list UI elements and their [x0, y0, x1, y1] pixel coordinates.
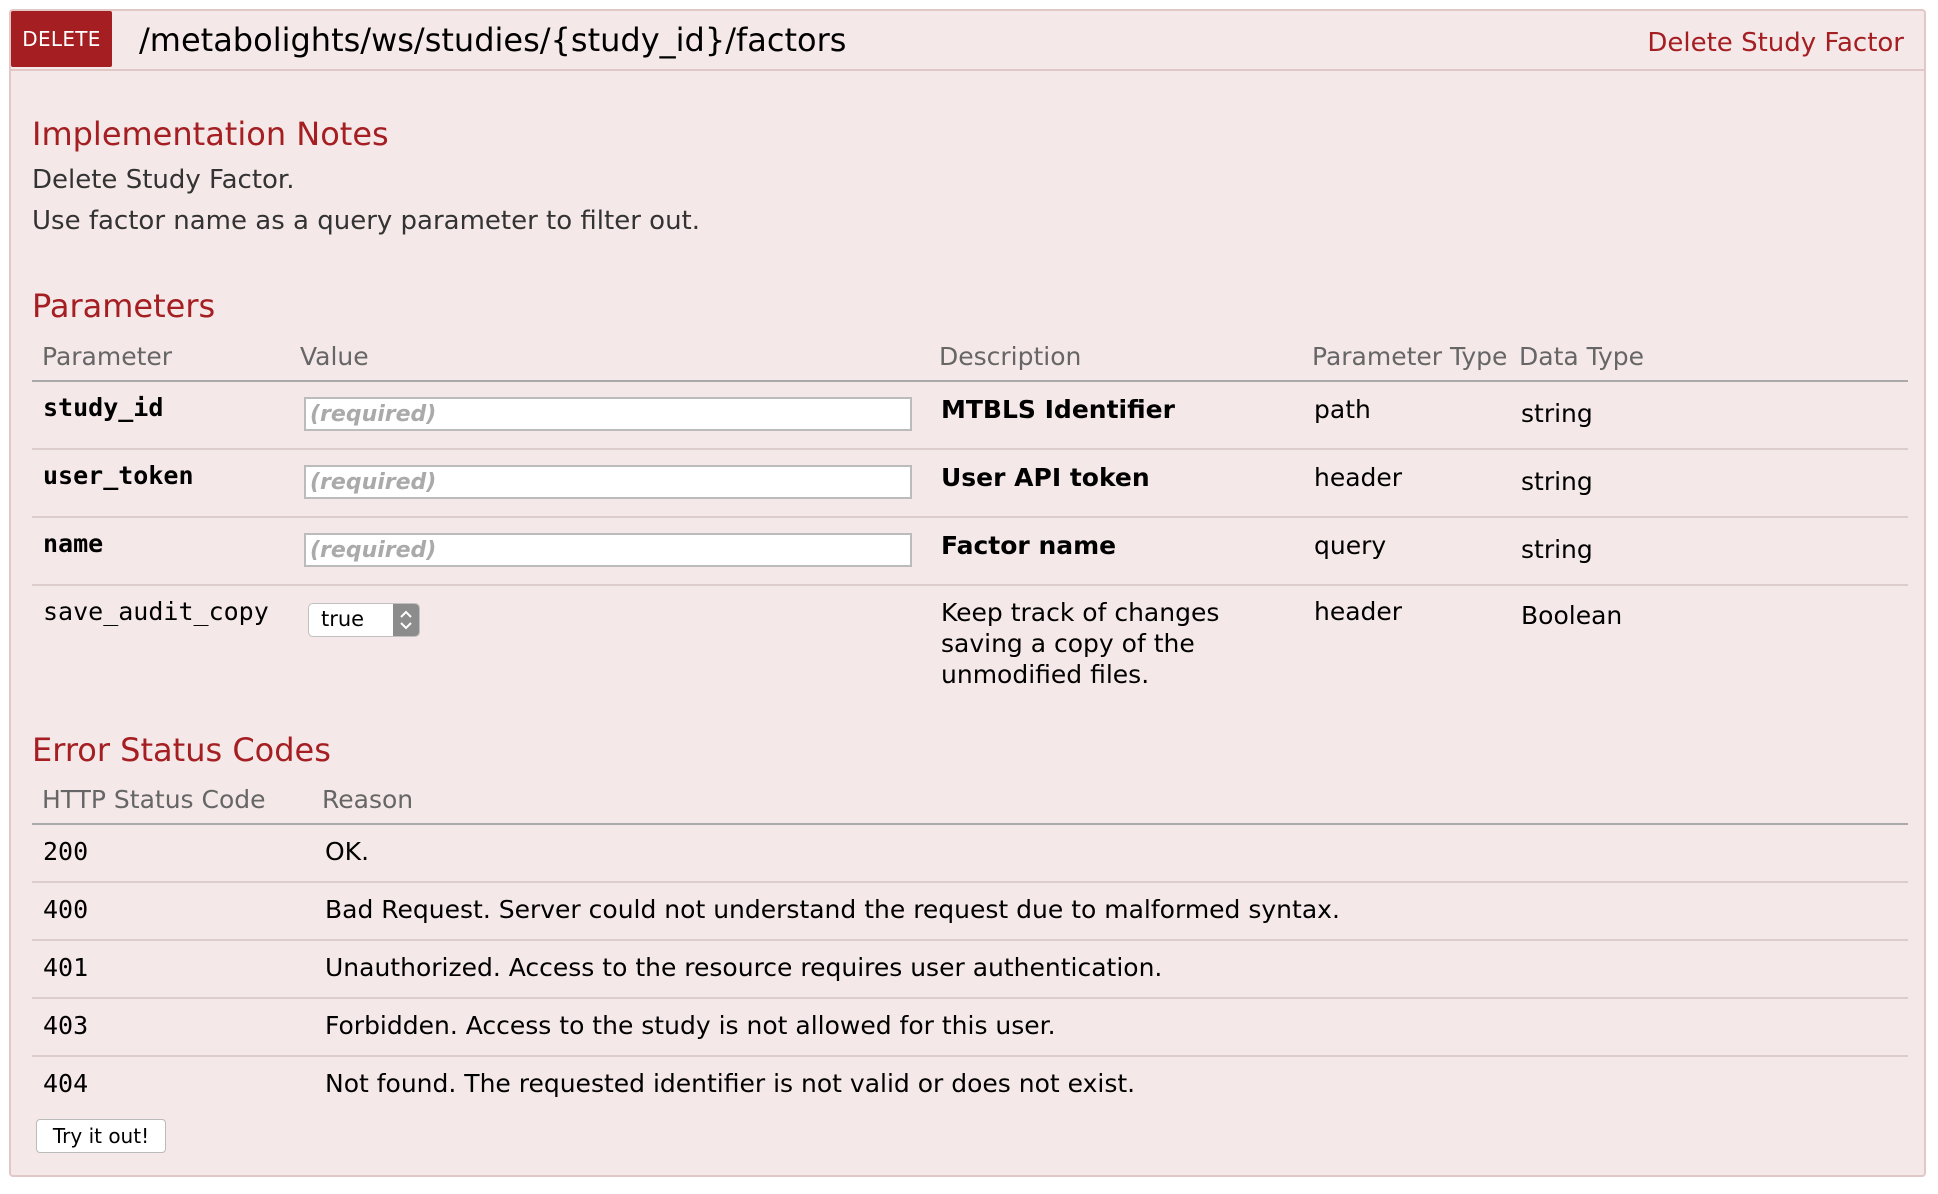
- user-token-input[interactable]: [304, 465, 912, 499]
- status-reason: Unauthorized. Access to the resource req…: [325, 953, 1163, 982]
- param-description: Factor name: [941, 531, 1117, 560]
- row-divider: [32, 939, 1908, 941]
- param-name-study-id: study_id: [43, 393, 164, 422]
- row-divider: [32, 584, 1908, 586]
- status-reason: Bad Request. Server could not understand…: [325, 895, 1340, 924]
- column-header-parameter: Parameter: [42, 342, 173, 371]
- status-code: 200: [43, 837, 89, 866]
- param-type: header: [1314, 463, 1403, 492]
- operation-summary-link[interactable]: Delete Study Factor: [1647, 28, 1904, 58]
- operation-panel: DELETE /metabolights/ws/studies/{study_i…: [9, 9, 1926, 1177]
- error-status-codes-title: Error Status Codes: [32, 731, 331, 769]
- status-reason: OK.: [325, 837, 370, 866]
- select-value: true: [321, 607, 365, 631]
- param-name-save-audit-copy: save_audit_copy: [43, 597, 269, 626]
- column-header-reason: Reason: [322, 785, 414, 814]
- row-divider: [32, 516, 1908, 518]
- param-name-user-token: user_token: [43, 461, 194, 490]
- column-header-description: Description: [939, 342, 1082, 371]
- status-code: 404: [43, 1069, 89, 1098]
- status-code: 401: [43, 953, 89, 982]
- save-audit-copy-select[interactable]: true: [308, 603, 420, 637]
- param-description: User API token: [941, 463, 1150, 492]
- column-header-http-status-code: HTTP Status Code: [42, 785, 266, 814]
- data-type: string: [1521, 535, 1593, 564]
- param-description: MTBLS Identifier: [941, 395, 1175, 424]
- column-header-data-type: Data Type: [1519, 342, 1645, 371]
- status-reason: Forbidden. Access to the study is not al…: [325, 1011, 1056, 1040]
- parameters-header-rule: [32, 380, 1908, 382]
- method-badge[interactable]: DELETE: [11, 11, 112, 67]
- status-code: 403: [43, 1011, 89, 1040]
- data-type: string: [1521, 467, 1593, 496]
- status-reason: Not found. The requested identifier is n…: [325, 1069, 1136, 1098]
- parameters-title: Parameters: [32, 287, 216, 325]
- param-type: header: [1314, 597, 1403, 626]
- column-header-parameter-type: Parameter Type: [1312, 342, 1508, 371]
- select-chevrons-icon: [393, 604, 419, 636]
- param-type: query: [1314, 531, 1387, 560]
- param-name-name: name: [43, 529, 104, 558]
- factor-name-input[interactable]: [304, 533, 912, 567]
- data-type: Boolean: [1521, 601, 1623, 630]
- column-header-value: Value: [300, 342, 369, 371]
- study-id-input[interactable]: [304, 397, 912, 431]
- error-codes-header-rule: [32, 823, 1908, 825]
- implementation-note-line: Use factor name as a query parameter to …: [32, 206, 701, 236]
- endpoint-path-link[interactable]: /metabolights/ws/studies/{study_id}/fact…: [139, 21, 846, 59]
- row-divider: [32, 881, 1908, 883]
- try-it-out-button[interactable]: Try it out!: [36, 1119, 166, 1153]
- status-code: 400: [43, 895, 89, 924]
- row-divider: [32, 1055, 1908, 1057]
- implementation-note-line: Delete Study Factor.: [32, 165, 295, 195]
- implementation-notes-title: Implementation Notes: [32, 115, 389, 153]
- operation-heading[interactable]: DELETE /metabolights/ws/studies/{study_i…: [11, 11, 1924, 71]
- param-type: path: [1314, 395, 1371, 424]
- row-divider: [32, 997, 1908, 999]
- data-type: string: [1521, 399, 1593, 428]
- row-divider: [32, 448, 1908, 450]
- param-description: Keep track of changes saving a copy of t…: [941, 598, 1220, 689]
